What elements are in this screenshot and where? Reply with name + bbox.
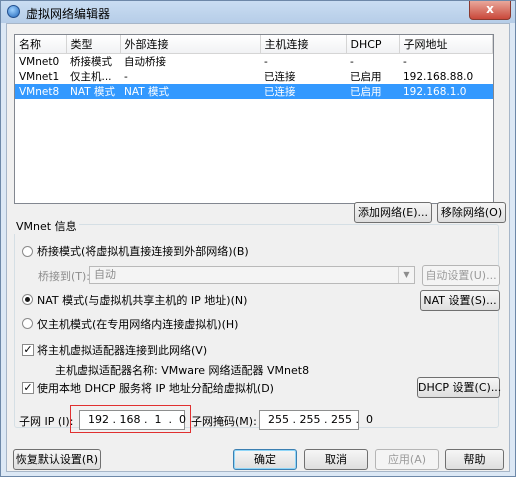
column-header-type[interactable]: 类型 — [66, 35, 121, 54]
subnet-mask-label: 子网掩码(M): — [191, 415, 257, 428]
dhcp-label[interactable]: 使用本地 DHCP 服务将 IP 地址分配给虚拟机(D) — [37, 380, 274, 396]
connect-adapter-label[interactable]: 将主机虚拟适配器连接到此网络(V) — [37, 342, 207, 358]
cell-type: NAT 模式 — [66, 84, 120, 99]
app-icon — [7, 5, 20, 18]
column-header-dhcp[interactable]: DHCP — [346, 35, 400, 54]
ok-button[interactable]: 确定 — [233, 449, 297, 470]
list-header: 名称 类型 外部连接 主机连接 DHCP 子网地址 — [15, 35, 493, 54]
column-header-host[interactable]: 主机连接 — [260, 35, 347, 54]
cell-subnet: 192.168.1.0 — [399, 84, 493, 99]
table-row-selected[interactable]: VMnet8 NAT 模式 NAT 模式 已连接 已启用 192.168.1.0 — [15, 84, 493, 99]
cell-type: 仅主机... — [70, 71, 112, 83]
close-button[interactable]: x — [469, 1, 511, 20]
virtual-network-editor-window: 虚拟网络编辑器 x 名称 类型 外部连接 主机连接 DHCP 子网地址 VMne… — [0, 0, 516, 477]
bridge-to-label: 桥接到(T): — [38, 270, 91, 283]
cell-external: - — [124, 70, 128, 83]
column-header-external[interactable]: 外部连接 — [120, 35, 261, 54]
connect-adapter-checkbox[interactable]: ✓ — [22, 344, 34, 356]
dhcp-settings-button[interactable]: DHCP 设置(C)... — [417, 377, 501, 398]
cell-type: 桥接模式 — [70, 56, 112, 68]
bridge-to-value: 自动 — [94, 268, 116, 281]
vmnet-info-label: VMnet 信息 — [14, 218, 79, 234]
cell-subnet: 192.168.88.0 — [403, 70, 474, 83]
cell-host: - — [264, 55, 268, 68]
cell-external: NAT 模式 — [120, 84, 260, 99]
nat-mode-label[interactable]: NAT 模式(与虚拟机共享主机的 IP 地址)(N) — [37, 292, 247, 308]
window-title: 虚拟网络编辑器 — [26, 7, 111, 21]
table-row[interactable]: VMnet1 仅主机... - 已连接 已启用 192.168.88.0 — [15, 69, 493, 84]
auto-settings-button[interactable]: 自动设置(U)... — [422, 265, 500, 286]
add-network-button[interactable]: 添加网络(E)... — [354, 202, 432, 223]
column-header-subnet[interactable]: 子网地址 — [399, 35, 493, 54]
host-only-label[interactable]: 仅主机模式(在专用网络内连接虚拟机)(H) — [37, 316, 238, 332]
nat-mode-radio[interactable] — [22, 294, 33, 305]
apply-button[interactable]: 应用(A) — [375, 449, 439, 470]
cell-name: VMnet1 — [19, 70, 60, 83]
cell-host: 已连接 — [264, 71, 296, 83]
table-row[interactable]: VMnet0 桥接模式 自动桥接 - - - — [15, 54, 493, 70]
remove-network-button[interactable]: 移除网络(O) — [437, 202, 506, 223]
bridge-mode-radio[interactable] — [22, 246, 33, 257]
nat-settings-button[interactable]: NAT 设置(S)... — [420, 290, 500, 311]
title-bar: 虚拟网络编辑器 x — [1, 1, 515, 23]
cell-dhcp: 已启用 — [350, 71, 382, 83]
host-only-radio[interactable] — [22, 318, 33, 329]
dhcp-checkbox[interactable]: ✓ — [22, 382, 34, 394]
cell-name: VMnet0 — [19, 55, 60, 68]
bridge-to-select[interactable]: 自动 ▼ — [89, 266, 415, 284]
subnet-mask-field[interactable]: 255 . 255 . 255 . 0 — [259, 410, 373, 430]
adapter-name-text: 主机虚拟适配器名称: VMware 网络适配器 VMnet8 — [55, 364, 310, 377]
cell-external: 自动桥接 — [124, 56, 166, 68]
dialog-body: 名称 类型 外部连接 主机连接 DHCP 子网地址 VMnet0 桥接模式 自动… — [6, 23, 510, 472]
column-header-name[interactable]: 名称 — [15, 35, 67, 54]
network-list[interactable]: 名称 类型 外部连接 主机连接 DHCP 子网地址 VMnet0 桥接模式 自动… — [14, 34, 494, 204]
cell-name: VMnet8 — [15, 84, 66, 99]
chevron-down-icon[interactable]: ▼ — [398, 267, 414, 283]
cell-host: 已连接 — [260, 84, 346, 99]
cell-dhcp: - — [350, 55, 354, 68]
cell-subnet: - — [403, 55, 407, 68]
bridge-mode-label[interactable]: 桥接模式(将虚拟机直接连接到外部网络)(B) — [37, 243, 249, 259]
cell-dhcp: 已启用 — [346, 84, 399, 99]
restore-defaults-button[interactable]: 恢复默认设置(R) — [13, 449, 101, 470]
cancel-button[interactable]: 取消 — [304, 449, 368, 470]
subnet-ip-highlight — [70, 405, 191, 433]
help-button[interactable]: 帮助 — [445, 449, 504, 470]
subnet-ip-label: 子网 IP (I): — [19, 415, 74, 428]
